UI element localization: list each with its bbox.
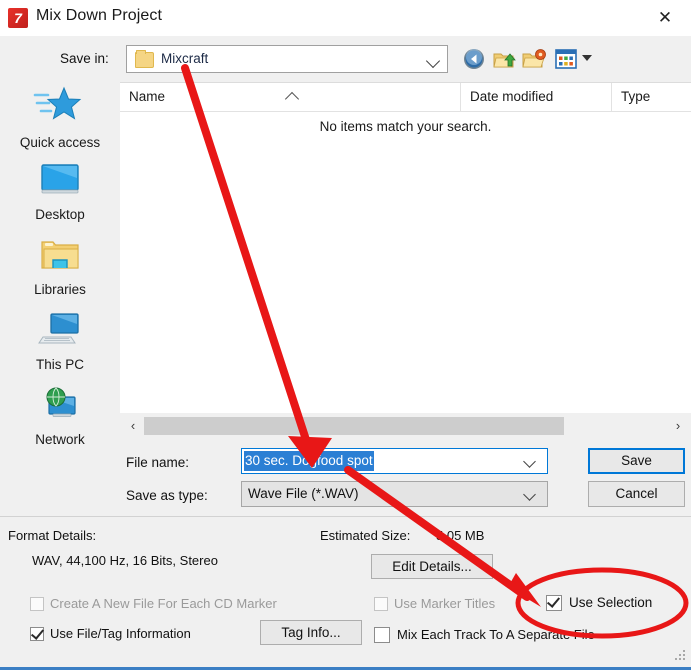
sidebar-item-network[interactable]: Network bbox=[0, 385, 120, 447]
checkbox-box[interactable] bbox=[374, 597, 388, 611]
view-dropdown-chevron-icon[interactable] bbox=[582, 55, 592, 61]
file-name-value: 30 sec. Dogfood spot bbox=[244, 451, 374, 471]
save-in-combobox[interactable]: Mixcraft bbox=[126, 45, 448, 73]
checkbox-label: Use Selection bbox=[569, 595, 653, 610]
scroll-left-icon[interactable]: ‹ bbox=[126, 419, 140, 433]
folder-icon bbox=[135, 50, 154, 68]
sort-ascending-icon bbox=[284, 91, 300, 107]
column-header-type[interactable]: Type bbox=[612, 83, 691, 112]
places-sidebar: Quick access Desktop Libraries This PC N… bbox=[0, 82, 120, 447]
monitor-icon bbox=[0, 160, 120, 205]
check-icon bbox=[30, 626, 45, 640]
resize-grip[interactable] bbox=[675, 650, 687, 662]
title-bar: 7 Mix Down Project ✕ bbox=[0, 0, 691, 36]
sidebar-item-label: This PC bbox=[35, 357, 84, 372]
chevron-down-icon[interactable] bbox=[523, 455, 536, 468]
column-header-label: Type bbox=[621, 89, 651, 104]
empty-state-message: No items match your search. bbox=[319, 119, 492, 134]
sidebar-item-label: Network bbox=[35, 432, 85, 447]
sidebar-item-label: Desktop bbox=[35, 207, 85, 222]
sidebar-item-label: Libraries bbox=[34, 282, 86, 297]
checkbox-label: Use Marker Titles bbox=[394, 596, 496, 611]
save-as-type-value: Wave File (*.WAV) bbox=[248, 486, 359, 501]
computer-icon bbox=[0, 310, 120, 355]
edit-details-button[interactable]: Edit Details... bbox=[371, 554, 493, 579]
mixcraft-7-icon: 7 bbox=[8, 8, 28, 28]
folder-icon bbox=[0, 235, 120, 280]
checkbox-box[interactable] bbox=[374, 627, 390, 643]
file-name-input[interactable]: 30 sec. Dogfood spot bbox=[241, 448, 548, 474]
column-header-date-modified[interactable]: Date modified bbox=[461, 83, 612, 112]
save-as-type-combobox[interactable]: Wave File (*.WAV) bbox=[241, 481, 548, 507]
chevron-down-icon[interactable] bbox=[425, 53, 441, 69]
up-folder-icon[interactable] bbox=[492, 47, 516, 71]
cancel-button[interactable]: Cancel bbox=[588, 481, 685, 507]
sidebar-item-this-pc[interactable]: This PC bbox=[0, 310, 120, 372]
column-header-label: Date modified bbox=[470, 89, 554, 104]
sidebar-item-quick-access[interactable]: Quick access bbox=[0, 84, 120, 150]
format-details-value: WAV, 44,100 Hz, 16 Bits, Stereo bbox=[32, 553, 218, 568]
save-button[interactable]: Save bbox=[588, 448, 685, 474]
estimated-size-label: Estimated Size: bbox=[320, 528, 411, 543]
scroll-right-icon[interactable]: › bbox=[671, 419, 685, 433]
section-divider bbox=[0, 516, 691, 517]
column-header-name[interactable]: Name bbox=[120, 83, 461, 112]
checkbox-label: Create A New File For Each CD Marker bbox=[50, 596, 277, 611]
scrollbar-thumb[interactable] bbox=[144, 417, 564, 435]
checkbox-box[interactable] bbox=[546, 594, 562, 611]
save-in-value: Mixcraft bbox=[161, 51, 209, 66]
sidebar-item-libraries[interactable]: Libraries bbox=[0, 235, 120, 297]
save-in-label: Save in: bbox=[60, 51, 109, 66]
check-icon bbox=[546, 594, 561, 608]
checkbox-label: Mix Each Track To A Separate File bbox=[397, 627, 595, 642]
mix-down-project-dialog: 7 Mix Down Project ✕ Save in: Mixcraft Q… bbox=[0, 0, 691, 670]
back-icon[interactable] bbox=[462, 47, 486, 71]
file-list-view[interactable]: Name Date modified Type No items match y… bbox=[120, 82, 691, 413]
tag-info-button[interactable]: Tag Info... bbox=[260, 620, 362, 645]
save-as-type-label: Save as type: bbox=[126, 488, 208, 503]
chevron-down-icon[interactable] bbox=[523, 488, 536, 501]
close-icon[interactable]: ✕ bbox=[647, 4, 683, 32]
globe-monitor-icon bbox=[0, 385, 120, 430]
format-details-label: Format Details: bbox=[8, 528, 97, 543]
file-name-label: File name: bbox=[126, 455, 190, 470]
star-icon bbox=[0, 84, 120, 133]
horizontal-scrollbar[interactable]: ‹ › bbox=[120, 413, 691, 439]
sidebar-item-label: Quick access bbox=[19, 135, 101, 150]
column-header-label: Name bbox=[129, 89, 166, 104]
page-title: Mix Down Project bbox=[36, 7, 163, 24]
estimated-size-value: 5.05 MB bbox=[436, 528, 485, 543]
new-folder-icon[interactable] bbox=[522, 47, 546, 71]
sidebar-item-desktop[interactable]: Desktop bbox=[0, 160, 120, 222]
checkbox-label: Use File/Tag Information bbox=[50, 626, 191, 641]
view-options-icon[interactable] bbox=[554, 47, 578, 71]
checkbox-box[interactable] bbox=[30, 626, 45, 641]
checkbox-box[interactable] bbox=[30, 597, 44, 611]
